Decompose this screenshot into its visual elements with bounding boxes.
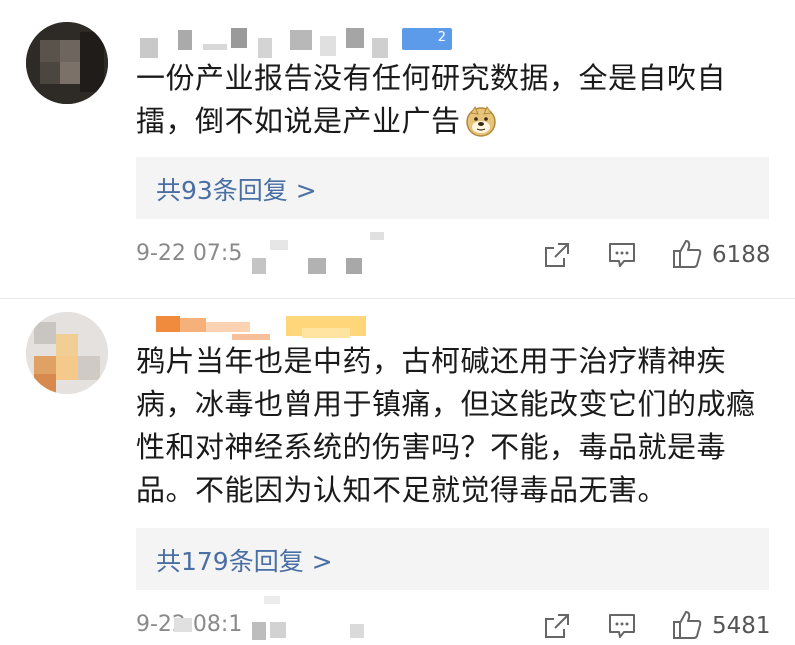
- comment-text: 一份产业报告没有任何研究数据，全是自吹自 擂，倒不如说是产业广告: [136, 61, 727, 138]
- level-badge: 2: [402, 28, 452, 50]
- divider: [0, 298, 795, 299]
- comment-text: 鸦片当年也是中药，古柯碱还用于治疗精神疾 病，冰毒也曾用于镇痛，但这能改变它们的…: [136, 344, 756, 507]
- view-replies-link[interactable]: 共93条回复 >: [156, 171, 317, 207]
- like-count: 6188: [712, 242, 771, 268]
- timestamp: 9-22 07:5: [136, 241, 243, 266]
- replies-box[interactable]: 共93条回复 >: [136, 157, 769, 219]
- doge-emoji-icon: [465, 105, 497, 137]
- avatar[interactable]: [26, 22, 108, 104]
- like-icon[interactable]: [671, 238, 702, 268]
- comment-item: 2 一份产业报告没有任何研究数据，全是自吹自 擂，倒不如说是产业广告 共93条回…: [0, 0, 795, 300]
- like-count: 5481: [712, 613, 771, 639]
- share-icon[interactable]: [542, 611, 572, 641]
- view-replies-link[interactable]: 共179条回复 >: [156, 542, 333, 578]
- like-icon[interactable]: [671, 609, 702, 639]
- comment-icon[interactable]: [607, 240, 637, 270]
- comment-item: 鸦片当年也是中药，古柯碱还用于治疗精神疾 病，冰毒也曾用于镇痛，但这能改变它们的…: [0, 300, 795, 645]
- replies-box[interactable]: 共179条回复 >: [136, 528, 769, 590]
- share-icon[interactable]: [542, 240, 572, 270]
- avatar[interactable]: [26, 312, 108, 394]
- comment-icon[interactable]: [607, 611, 637, 641]
